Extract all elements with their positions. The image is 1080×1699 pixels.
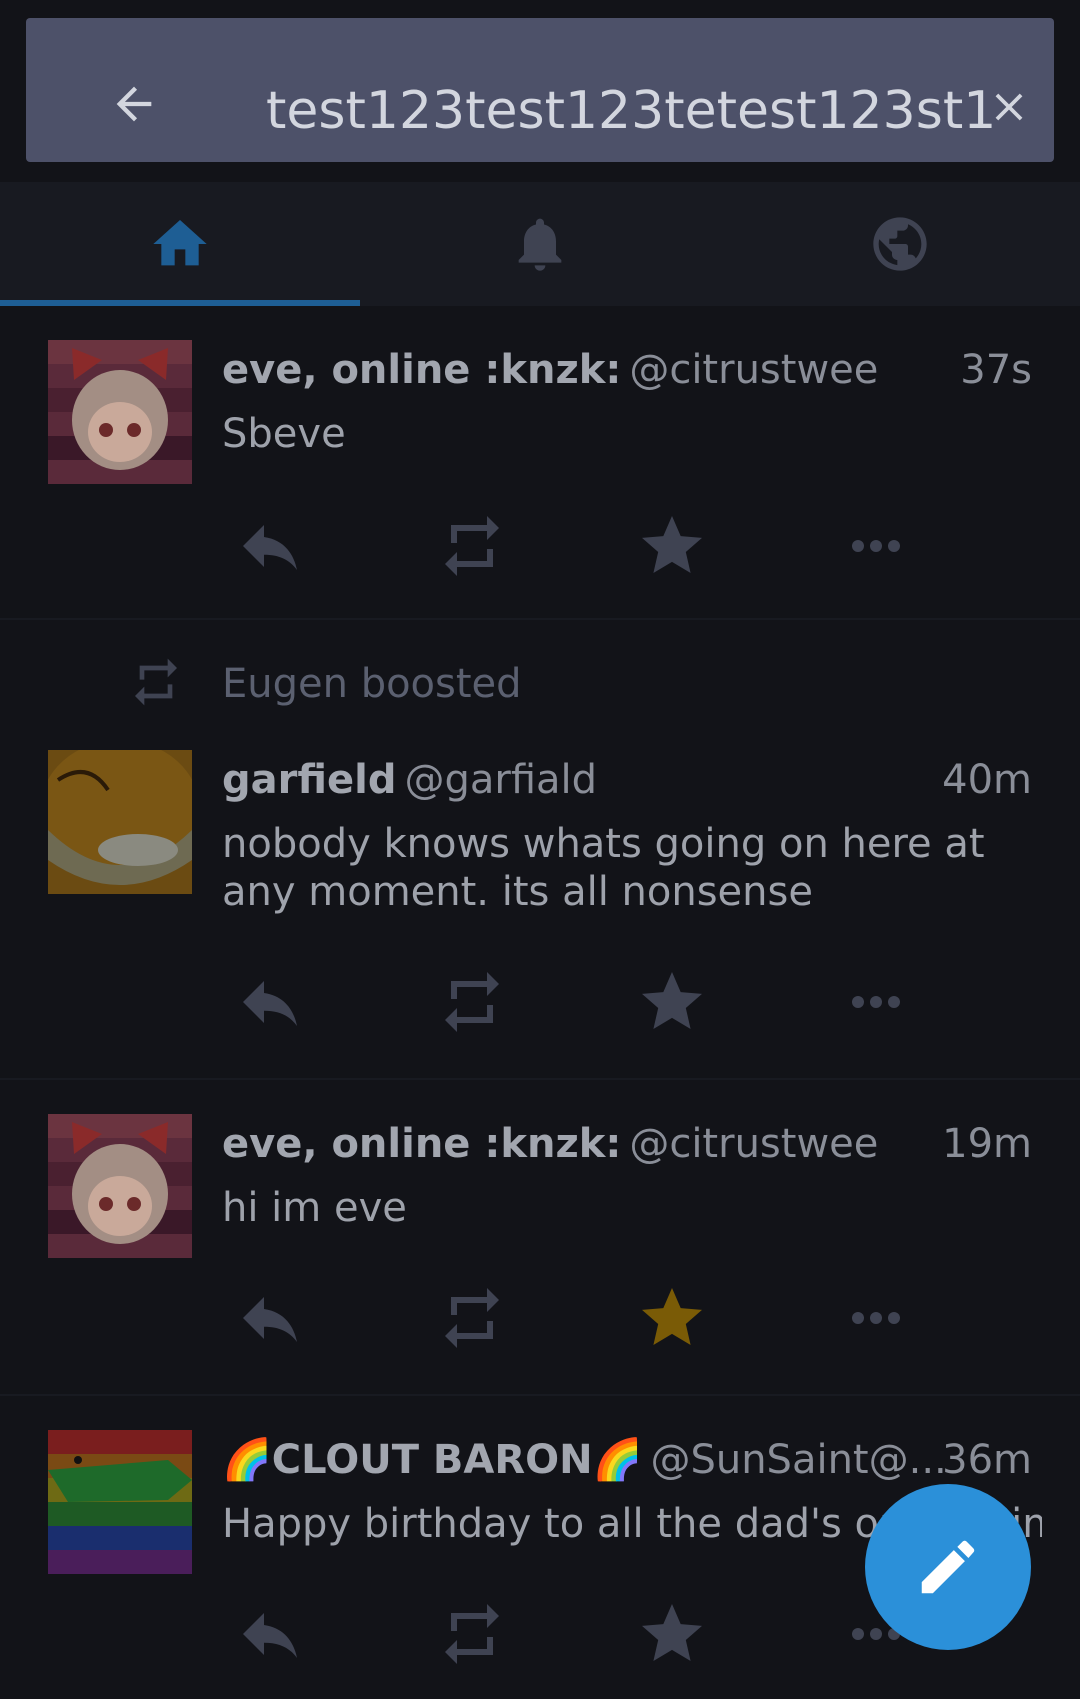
tab-home[interactable] <box>0 182 360 306</box>
account-handle[interactable]: @citrustwee <box>629 347 878 393</box>
globe-icon <box>873 217 927 271</box>
status-header: eve, online :knzk: @citrustwee 19m <box>222 1114 1032 1174</box>
status-content: nobody knows whats going on here at any … <box>222 821 985 915</box>
status-card[interactable]: Eugen boosted garfield @garfiald 40m nobo… <box>0 622 1080 1080</box>
status-content: Sbeve <box>222 411 346 457</box>
display-name[interactable]: garfield <box>222 757 396 803</box>
favourite-star-icon[interactable] <box>636 1598 708 1670</box>
close-icon[interactable] <box>986 84 1032 130</box>
status-card[interactable]: eve, online :knzk: @citrustwee 37s Sbeve <box>0 310 1080 620</box>
account-handle[interactable]: @garfiald <box>404 757 597 803</box>
favourite-star-icon[interactable] <box>636 1282 708 1354</box>
search-input[interactable]: test123test123tetest123st123 <box>266 76 996 146</box>
display-name[interactable]: eve, online :knzk: <box>222 347 621 393</box>
avatar[interactable] <box>48 1430 192 1574</box>
reply-icon[interactable] <box>234 510 306 582</box>
status-actions <box>0 510 1080 590</box>
boost-icon[interactable] <box>436 1282 508 1354</box>
status-header: 🌈CLOUT BARON🌈 @SunSaint@... 36m <box>222 1430 1032 1490</box>
avatar[interactable] <box>48 340 192 484</box>
search-bar: test123test123tetest123st123 <box>26 18 1054 162</box>
favourite-star-icon[interactable] <box>636 966 708 1038</box>
tab-notifications[interactable] <box>360 182 720 306</box>
timestamp[interactable]: 19m <box>942 1114 1032 1174</box>
reply-icon[interactable] <box>234 1282 306 1354</box>
compose-button[interactable] <box>865 1484 1031 1650</box>
status-header: garfield @garfiald 40m <box>222 750 1032 810</box>
back-arrow-icon[interactable] <box>106 78 162 130</box>
timestamp[interactable]: 36m <box>942 1430 1032 1490</box>
boosted-by-label[interactable]: Eugen boosted <box>222 654 522 714</box>
reply-icon[interactable] <box>234 966 306 1038</box>
boost-icon <box>135 658 177 706</box>
avatar[interactable] <box>48 1114 192 1258</box>
account-handle[interactable]: @citrustwee <box>629 1121 878 1167</box>
status-actions <box>0 1282 1080 1362</box>
display-name[interactable]: eve, online :knzk: <box>222 1121 621 1167</box>
active-tab-indicator <box>0 300 360 306</box>
more-icon[interactable] <box>840 966 912 1038</box>
boost-icon[interactable] <box>436 510 508 582</box>
status-actions <box>0 966 1080 1046</box>
boost-icon[interactable] <box>436 1598 508 1670</box>
pencil-icon <box>921 1540 975 1594</box>
more-icon[interactable] <box>840 510 912 582</box>
status-card[interactable]: eve, online :knzk: @citrustwee 19m hi im … <box>0 1082 1080 1396</box>
display-name[interactable]: 🌈CLOUT BARON🌈 <box>222 1437 642 1483</box>
account-handle[interactable]: @SunSaint@... <box>650 1437 946 1483</box>
boost-indicator: Eugen boosted <box>0 654 1080 714</box>
boost-icon[interactable] <box>436 966 508 1038</box>
timestamp[interactable]: 37s <box>960 340 1032 400</box>
tab-federated[interactable] <box>720 182 1080 306</box>
home-icon <box>153 220 207 266</box>
avatar[interactable] <box>48 750 192 894</box>
reply-icon[interactable] <box>234 1598 306 1670</box>
status-content: hi im eve <box>222 1185 407 1231</box>
tab-bar <box>0 182 1080 306</box>
more-icon[interactable] <box>840 1282 912 1354</box>
bell-icon <box>518 218 562 271</box>
favourite-star-icon[interactable] <box>636 510 708 582</box>
timestamp[interactable]: 40m <box>942 750 1032 810</box>
status-header: eve, online :knzk: @citrustwee 37s <box>222 340 1032 400</box>
